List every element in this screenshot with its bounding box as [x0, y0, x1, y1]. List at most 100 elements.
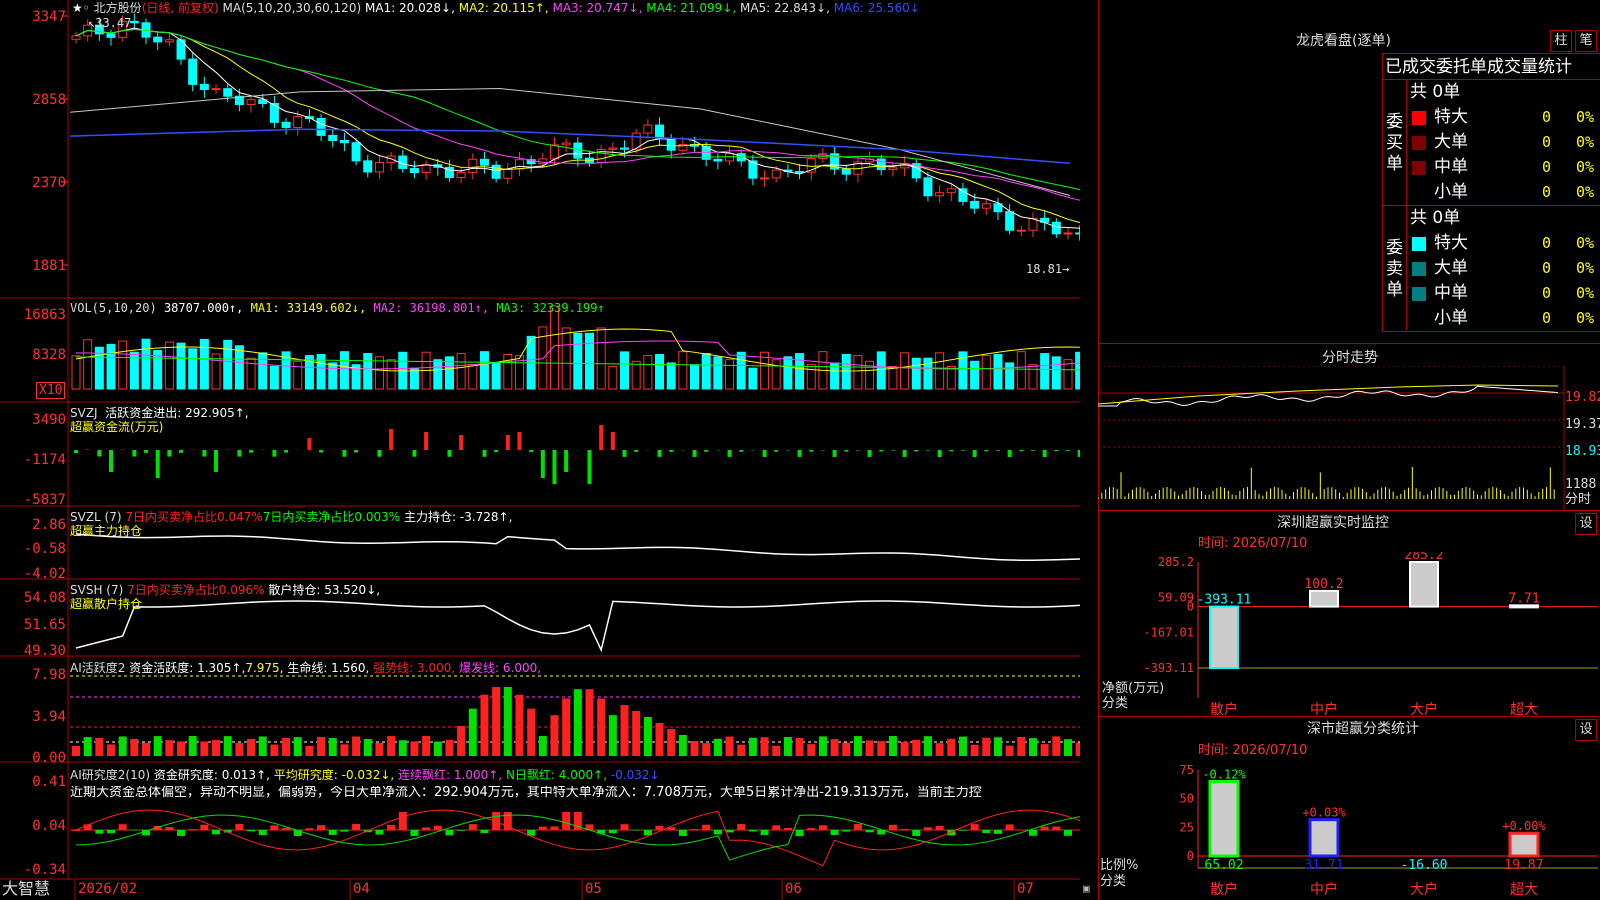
candle-body — [363, 160, 373, 173]
volume-bar — [1016, 351, 1026, 390]
activity-bar — [503, 687, 512, 756]
fund-flow-bar — [529, 450, 534, 453]
buy-row-name: 大单 — [1434, 132, 1468, 152]
research-bar — [422, 827, 431, 830]
ai2-axis-2: 0.04 — [32, 818, 66, 834]
svzl-axis-2: -0.58 — [23, 541, 66, 557]
research-bar — [993, 830, 1002, 834]
candle-body — [293, 116, 303, 128]
fund-flow-bar — [564, 450, 569, 472]
svsh-axis-2: 51.65 — [23, 617, 66, 633]
realtime-monitor-chart[interactable]: 285.259.090-167.01-393.11-393.11散户100.2中… — [1098, 552, 1600, 718]
volume-bar — [269, 365, 279, 390]
fund-flow-bar — [972, 450, 977, 457]
fund-flow-bar — [377, 450, 382, 457]
sell-swatch — [1412, 262, 1426, 276]
svsh-header: SVSH (7) 7日内买卖净占比0.096% 散户持仓: 53.520↓, — [70, 583, 381, 597]
candle-body — [456, 171, 466, 178]
activity-bar — [515, 694, 524, 756]
fund-flow-bar — [540, 450, 545, 478]
volume-bar — [713, 356, 723, 390]
volume-bar — [981, 355, 991, 390]
volume-bar — [783, 356, 793, 390]
star-icon[interactable]: ★ — [72, 1, 83, 15]
activity-bar — [1063, 739, 1072, 756]
research-bar — [807, 828, 816, 830]
activity-bar — [608, 715, 617, 756]
buy-row-name: 小单 — [1434, 182, 1468, 202]
activity-bar — [1052, 736, 1061, 756]
activity-bar — [433, 741, 442, 756]
class-settings-button[interactable]: 设 — [1575, 719, 1597, 741]
research-bar — [702, 824, 711, 830]
svsh-axis-3: 49.30 — [23, 643, 66, 659]
candle-body — [818, 153, 828, 160]
volume-bar — [491, 362, 501, 390]
intraday-chart[interactable] — [1098, 366, 1600, 510]
fund-flow-bar — [657, 450, 662, 457]
ai2-header: AI研究度2(10) 资金研究度: 0.013↑, 平均研究度: -0.032↓… — [70, 768, 660, 782]
activity-bar — [1075, 742, 1080, 756]
research-bar — [1063, 830, 1072, 836]
activity-bar — [993, 737, 1002, 756]
vol-header: VOL(5,10,20) 38707.000↑, MA1: 33149.602↓… — [70, 301, 605, 315]
fund-flow-bar — [459, 435, 464, 450]
svzj-axis-1: 3490 — [32, 412, 66, 428]
candle-body — [339, 139, 349, 144]
research-bar — [865, 830, 874, 833]
monitor-settings-button[interactable]: 设 — [1575, 513, 1597, 535]
research-bar — [842, 830, 851, 832]
fund-flow-bar — [237, 450, 242, 457]
monitor-bar — [1209, 605, 1239, 669]
fund-flow-bar — [960, 450, 965, 451]
monitor-bar — [1409, 561, 1439, 608]
research-bar — [188, 829, 197, 830]
fund-flow-bar — [587, 450, 592, 484]
activity-bar — [457, 726, 466, 756]
candle-body — [328, 134, 338, 141]
fund-flow-bar — [155, 450, 160, 478]
class-category-label: 散户 — [1210, 881, 1238, 898]
monitor-axis-label: 285.2 — [1158, 555, 1194, 569]
fund-flow-bar — [995, 450, 1000, 451]
buy-row-name: 特大 — [1434, 107, 1468, 127]
sell-row-name: 特大 — [1434, 233, 1468, 253]
activity-bar — [317, 737, 326, 756]
candle-body — [491, 164, 501, 179]
main-holding-line — [75, 533, 1080, 561]
fund-flow-bar — [214, 450, 219, 472]
monitor-bar — [1309, 589, 1339, 608]
volume-bar — [363, 353, 373, 390]
activity-bar — [865, 740, 874, 756]
activity-bar — [737, 744, 746, 756]
fund-flow-bar — [610, 432, 615, 450]
fund-flow-bar — [424, 432, 429, 450]
research-bar — [888, 824, 897, 830]
fund-flow-bar — [284, 450, 289, 453]
activity-bar — [982, 737, 991, 756]
buy-row-value: 0 — [1542, 108, 1552, 126]
volume-bar — [1040, 353, 1050, 390]
volume-bar — [106, 343, 116, 390]
fund-flow-bar — [832, 450, 837, 457]
volume-bar — [596, 327, 606, 390]
activity-bar — [83, 737, 92, 756]
date-label-2: 04 — [353, 881, 370, 897]
research-bar — [317, 825, 326, 830]
activity-bar — [328, 737, 337, 756]
candle-body — [199, 83, 209, 91]
lock-icon[interactable]: ▣ — [1083, 882, 1090, 896]
buy-orders-label: 委买单 — [1386, 112, 1403, 174]
tick-view-button[interactable]: 笔 — [1575, 30, 1597, 52]
activity-bar — [95, 737, 104, 756]
candle-body — [281, 121, 291, 128]
class-stats-chart[interactable]: 75 50 25 0 -0.12% 65.02 散户 +0.03% 31.71 中户 -16.60 大… — [1098, 758, 1600, 900]
candle-body — [713, 158, 723, 162]
candle-body — [316, 117, 326, 136]
buy-row-value: 0 — [1542, 158, 1552, 176]
buy-row-percent: 0% — [1576, 183, 1595, 201]
svzj-sub: 超赢资金流(万元) — [70, 420, 164, 434]
bar-view-button[interactable]: 柱 — [1550, 30, 1572, 52]
kline-chart-area[interactable] — [0, 0, 1080, 900]
volume-bar — [141, 338, 151, 390]
